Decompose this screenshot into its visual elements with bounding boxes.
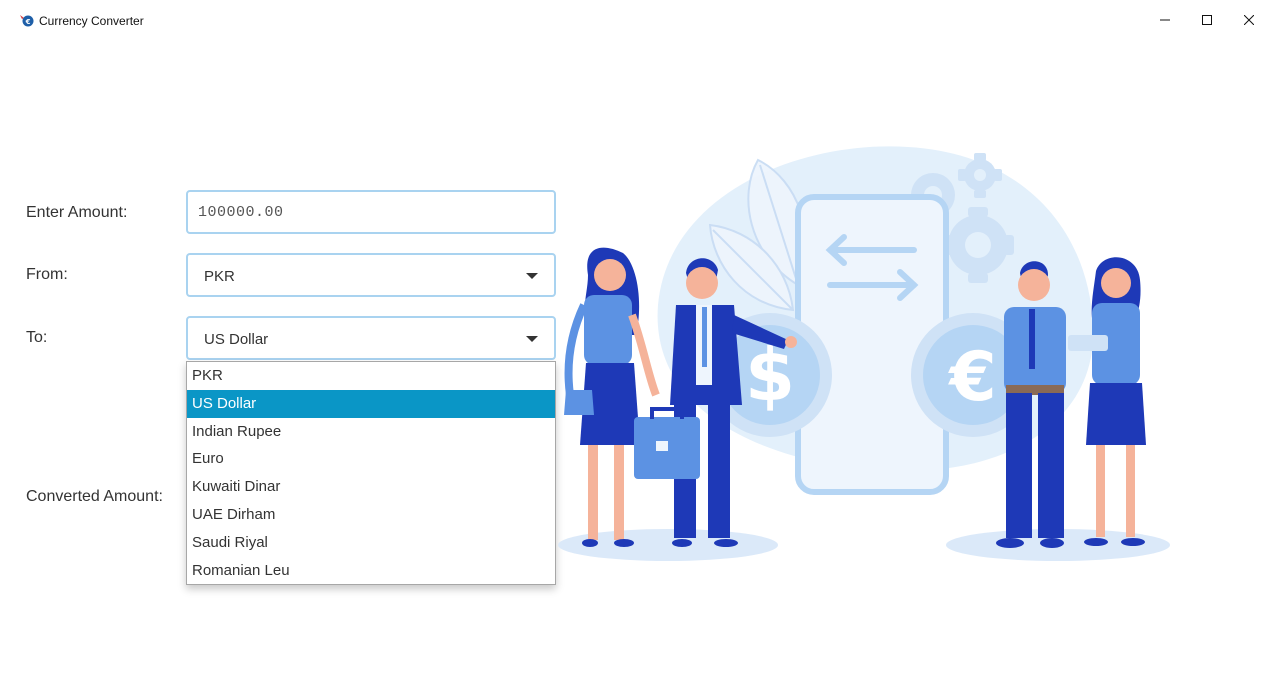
maximize-icon (1202, 15, 1212, 25)
woman-left-figure (564, 247, 660, 547)
maximize-button[interactable] (1186, 0, 1228, 40)
window-title: Currency Converter (39, 14, 144, 28)
dropdown-option[interactable]: Euro (187, 445, 555, 473)
app-logo-icon: € (20, 15, 34, 27)
amount-field[interactable] (186, 190, 556, 234)
amount-label: Enter Amount: (26, 204, 128, 221)
from-selected-value: PKR (204, 268, 235, 285)
from-select[interactable]: PKR (186, 253, 556, 297)
chevron-down-icon (526, 273, 538, 279)
minimize-icon (1160, 19, 1170, 21)
dropdown-option[interactable]: UAE Dirham (187, 501, 555, 529)
svg-text:€: € (25, 18, 31, 26)
to-select[interactable]: US Dollar (186, 316, 556, 360)
dropdown-option[interactable]: Indian Rupee (187, 418, 555, 446)
to-dropdown-list[interactable]: PKR US Dollar Indian Rupee Euro Kuwaiti … (186, 361, 556, 585)
dropdown-option[interactable]: Kuwaiti Dinar (187, 473, 555, 501)
close-button[interactable] (1228, 0, 1270, 40)
to-selected-value: US Dollar (204, 331, 269, 348)
currency-exchange-illustration: $ € (558, 146, 1170, 561)
close-icon (1244, 15, 1254, 25)
amount-input[interactable] (188, 192, 554, 232)
to-label: To: (26, 329, 48, 346)
dropdown-option[interactable]: Saudi Riyal (187, 529, 555, 557)
chevron-down-icon (526, 336, 538, 342)
converted-amount-label: Converted Amount: (26, 488, 163, 505)
dropdown-option-selected[interactable]: US Dollar (187, 389, 555, 418)
svg-text:€: € (947, 338, 996, 417)
from-label: From: (26, 266, 68, 283)
dropdown-option[interactable]: PKR (187, 362, 555, 390)
minimize-button[interactable] (1144, 0, 1186, 40)
dropdown-option[interactable]: Romanian Leu (187, 557, 555, 585)
title-bar: € Currency Converter (0, 0, 1273, 40)
